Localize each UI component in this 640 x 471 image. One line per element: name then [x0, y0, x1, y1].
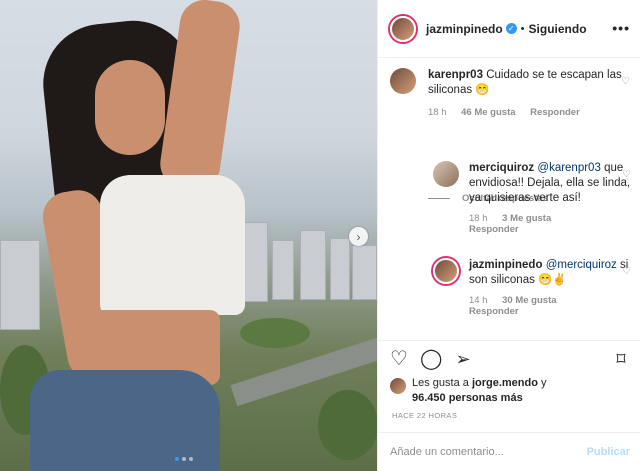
share-icon[interactable]: ➢: [452, 348, 474, 370]
likes-count[interactable]: 96.450 personas más: [412, 392, 523, 404]
background-tree: [240, 318, 310, 348]
likes-conj: y: [541, 377, 547, 389]
author-username[interactable]: jazminpinedo: [426, 22, 503, 36]
background-building: [272, 240, 294, 300]
reply-item: jazminpinedo @merciquiroz si son silicon…: [433, 258, 631, 317]
like-comment-heart-icon[interactable]: ♡: [622, 169, 631, 180]
add-comment-bar: Publicar: [378, 432, 640, 471]
comment-icon[interactable]: ◯: [420, 348, 442, 370]
avatar[interactable]: [433, 161, 459, 187]
avatar[interactable]: [390, 378, 406, 394]
comment-likes[interactable]: 3 Me gusta: [502, 213, 551, 224]
carousel-dots: [175, 457, 193, 461]
comment-likes[interactable]: 30 Me gusta: [502, 295, 556, 306]
mention-link[interactable]: @karenpr03: [537, 162, 600, 174]
verified-badge-icon: ✓: [505, 23, 517, 34]
action-bar: ♡ ◯ ➢ ⌑: [378, 340, 640, 372]
background-building: [352, 245, 377, 300]
likes-prefix: Les gusta a: [412, 377, 469, 389]
bookmark-icon[interactable]: ⌑: [610, 348, 632, 370]
post-header: jazminpinedo ✓ • Siguiendo •••: [378, 0, 640, 58]
comment-meta: 18 h 3 Me gusta Responder: [469, 213, 631, 235]
background-building: [300, 230, 326, 300]
separator: •: [520, 22, 525, 35]
comment-body: karenpr03 Cuidado se te escapan las sili…: [428, 68, 630, 98]
background-building: [0, 240, 40, 330]
comment-likes[interactable]: 46 Me gusta: [461, 107, 515, 118]
comment-body: jazminpinedo @merciquiroz si son silicon…: [469, 258, 631, 288]
avatar[interactable]: [390, 15, 416, 42]
comment-input[interactable]: [390, 446, 587, 458]
post-media[interactable]: ›: [0, 0, 377, 471]
comment-username[interactable]: jazminpinedo: [469, 259, 542, 271]
more-options-icon[interactable]: •••: [612, 20, 630, 36]
comment-body: merciquiroz @karenpr03 que envidiosa!! D…: [469, 161, 631, 206]
avatar[interactable]: [390, 68, 416, 94]
person-jeans: [30, 370, 220, 471]
following-button[interactable]: Siguiendo: [529, 22, 587, 36]
comment-meta: 18 h 46 Me gusta Responder: [428, 107, 630, 118]
like-comment-heart-icon[interactable]: ♡: [621, 76, 630, 87]
reply-item: merciquiroz @karenpr03 que envidiosa!! D…: [433, 161, 631, 235]
post-sidebar: jazminpinedo ✓ • Siguiendo ••• karenpr03…: [377, 0, 640, 471]
carousel-next-button[interactable]: ›: [349, 227, 368, 246]
person-arm: [157, 0, 243, 194]
reply-button[interactable]: Responder: [469, 306, 519, 317]
likes-text: Les gusta a jorge.mendo y 96.450 persona…: [412, 376, 635, 406]
comment-meta: 14 h 30 Me gusta Responder: [469, 295, 631, 317]
chevron-right-icon: ›: [356, 229, 361, 244]
person-top: [100, 175, 245, 315]
mention-link[interactable]: @merciquiroz: [546, 259, 617, 271]
heart-icon[interactable]: ♡: [388, 348, 410, 370]
post-timestamp: HACE 22 HORAS: [392, 411, 458, 420]
comment-item: karenpr03 Cuidado se te escapan las sili…: [390, 68, 630, 118]
comment-username[interactable]: karenpr03: [428, 69, 483, 81]
like-comment-heart-icon[interactable]: ♡: [622, 266, 631, 277]
carousel-dot: [182, 457, 186, 461]
comments-list: karenpr03 Cuidado se te escapan las sili…: [378, 58, 640, 340]
carousel-dot: [175, 457, 179, 461]
comment-username[interactable]: merciquiroz: [469, 162, 534, 174]
liker-username[interactable]: jorge.mendo: [472, 377, 538, 389]
comment-time: 18 h: [428, 107, 447, 118]
carousel-dot: [189, 457, 193, 461]
background-building: [330, 238, 350, 300]
publish-button[interactable]: Publicar: [587, 446, 630, 458]
comment-time: 14 h: [469, 295, 488, 306]
reply-button[interactable]: Responder: [469, 224, 519, 235]
likes-summary: Les gusta a jorge.mendo y 96.450 persona…: [390, 376, 635, 406]
avatar[interactable]: [433, 258, 459, 284]
person-face: [95, 60, 165, 155]
background-tree: [318, 390, 377, 460]
comment-time: 18 h: [469, 213, 488, 224]
reply-button[interactable]: Responder: [530, 107, 580, 118]
